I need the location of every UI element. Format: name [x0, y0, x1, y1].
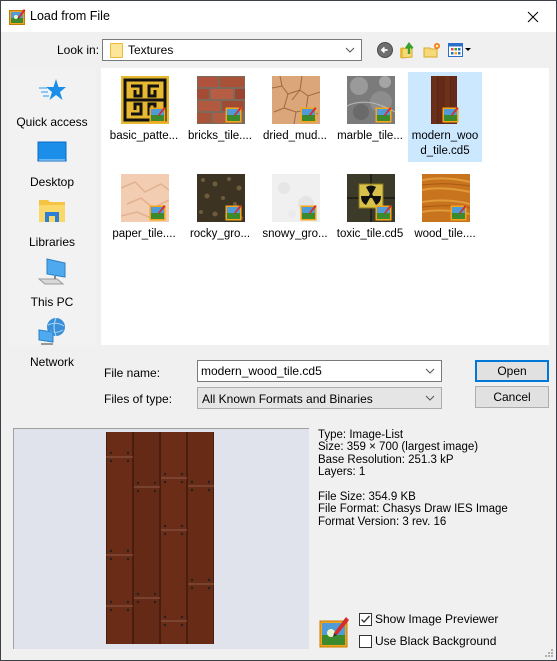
- file-name: modern_wood_tile.cd5: [411, 130, 479, 157]
- paint-image-icon: [9, 9, 26, 25]
- file-name: wood_tile....: [414, 228, 476, 240]
- place-desktop[interactable]: Desktop: [8, 137, 96, 195]
- show-previewer-checkbox[interactable]: Show Image Previewer: [359, 612, 498, 626]
- place-label: This PC: [30, 295, 74, 309]
- cancel-button[interactable]: Cancel: [475, 386, 549, 408]
- places-bar: Quick access Desktop Libraries This PC N…: [8, 68, 96, 369]
- file-type-value: All Known Formats and Binaries: [202, 392, 373, 406]
- cd5-file-badge-icon: [149, 107, 166, 123]
- black-background-label: Use Black Background: [375, 634, 497, 648]
- resize-grip-icon[interactable]: [543, 647, 553, 657]
- file-name-combo[interactable]: [197, 360, 442, 382]
- place-label: Libraries: [28, 235, 76, 249]
- place-libraries[interactable]: Libraries: [8, 197, 96, 255]
- title-bar: Load from File: [1, 1, 556, 32]
- place-label: Network: [29, 355, 74, 369]
- modern-wood-preview-image: [106, 432, 214, 644]
- info-file-format: File Format: Chasys Draw IES Image: [318, 503, 508, 516]
- desktop-icon: [37, 141, 67, 162]
- chevron-down-icon[interactable]: [425, 365, 435, 377]
- file-item[interactable]: marble_tile...: [333, 72, 407, 162]
- cd5-file-badge-icon: [375, 107, 392, 123]
- cd5-file-badge-icon: [442, 107, 459, 123]
- file-list: basic_patte... bricks_tile.... dried_mud…: [101, 68, 549, 345]
- show-previewer-label: Show Image Previewer: [375, 612, 499, 626]
- place-label: Quick access: [16, 115, 88, 129]
- info-type: Type: Image-List: [318, 429, 404, 441]
- info-layers: Layers: 1: [318, 466, 366, 479]
- this-pc-icon: [37, 258, 66, 285]
- open-button[interactable]: Open: [475, 360, 549, 382]
- up-folder-icon: [400, 41, 414, 59]
- image-preview-panel: [13, 428, 309, 649]
- network-icon: [38, 317, 65, 345]
- file-item[interactable]: paper_tile....: [107, 170, 181, 260]
- quick-access-star-icon: [39, 79, 66, 100]
- close-icon: [527, 11, 539, 22]
- place-network[interactable]: Network: [8, 317, 96, 375]
- place-this-pc[interactable]: This PC: [8, 257, 96, 315]
- chasys-draw-app-icon: [319, 617, 349, 648]
- cd5-file-badge-icon: [375, 205, 392, 221]
- cd5-file-badge-icon: [300, 205, 317, 221]
- file-type-select[interactable]: All Known Formats and Binaries: [197, 387, 442, 409]
- cd5-file-badge-icon: [149, 205, 166, 221]
- dialog-title: Load from File: [30, 9, 110, 23]
- file-name: dried_mud...: [263, 130, 327, 142]
- folder-icon: [110, 43, 123, 58]
- new-folder-icon: [423, 43, 440, 58]
- file-item[interactable]: snowy_gro...: [258, 170, 332, 260]
- place-quick-access[interactable]: Quick access: [8, 77, 96, 135]
- new-folder-button[interactable]: [422, 40, 442, 60]
- info-size: Size: 359 × 700 (largest image): [318, 441, 479, 454]
- cd5-file-badge-icon: [225, 107, 242, 123]
- file-item[interactable]: basic_patte...: [107, 72, 181, 162]
- back-button[interactable]: [375, 40, 395, 60]
- look-in-label: Look in:: [57, 43, 100, 57]
- file-item[interactable]: bricks_tile....: [183, 72, 257, 162]
- file-item[interactable]: dried_mud...: [258, 72, 332, 162]
- file-item-selected[interactable]: modern_wood_tile.cd5: [408, 72, 482, 162]
- file-item[interactable]: toxic_tile.cd5: [333, 170, 407, 260]
- info-resolution: Base Resolution: 251.3 kP: [318, 453, 454, 466]
- chevron-down-icon: [425, 395, 435, 401]
- file-item[interactable]: wood_tile....: [408, 170, 482, 260]
- cd5-file-badge-icon: [225, 205, 242, 221]
- checkbox-box[interactable]: [359, 612, 372, 626]
- checkmark-icon: [361, 615, 370, 623]
- file-name: marble_tile...: [337, 130, 403, 142]
- file-name: toxic_tile.cd5: [336, 228, 404, 240]
- info-format-version: Format Version: 3 rev. 16: [318, 515, 447, 528]
- file-name: snowy_gro...: [262, 228, 328, 240]
- view-menu-button[interactable]: [447, 40, 473, 60]
- load-from-file-dialog: Load from File Look in: Textures Quick a…: [0, 0, 557, 661]
- file-name: bricks_tile....: [188, 130, 252, 142]
- look-in-value: Textures: [128, 43, 174, 57]
- libraries-icon: [39, 200, 65, 222]
- up-folder-button[interactable]: [398, 40, 418, 60]
- checkbox-box[interactable]: [359, 634, 372, 648]
- info-file-size: File Size: 354.9 KB: [318, 490, 416, 503]
- cd5-file-badge-icon: [450, 205, 467, 221]
- file-name: rocky_gro...: [189, 228, 251, 240]
- file-type-label: Files of type:: [104, 392, 173, 406]
- file-info-panel: Type: Image-List Size: 359 × 700 (larges…: [318, 429, 508, 528]
- black-background-checkbox[interactable]: Use Black Background: [359, 634, 496, 648]
- file-item[interactable]: rocky_gro...: [183, 170, 257, 260]
- file-name: basic_patte...: [109, 130, 179, 142]
- back-arrow-icon: [377, 42, 393, 58]
- cd5-file-badge-icon: [300, 107, 317, 123]
- file-name: paper_tile....: [112, 228, 176, 240]
- look-in-combo[interactable]: Textures: [102, 39, 362, 61]
- place-label: Desktop: [29, 175, 75, 189]
- file-name-label: File name:: [104, 366, 161, 380]
- close-button[interactable]: [510, 1, 556, 32]
- file-name-input[interactable]: [201, 363, 421, 379]
- view-menu-icon: [448, 43, 471, 57]
- chevron-down-icon: [345, 47, 355, 53]
